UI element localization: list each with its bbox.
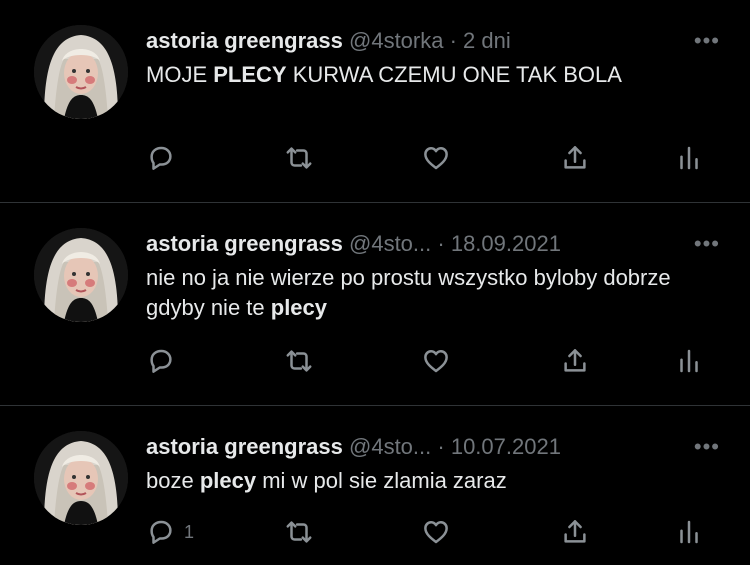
more-options-button[interactable]: ••• [694, 26, 720, 56]
action-bar: 1 [146, 514, 720, 554]
reply-icon [150, 520, 172, 544]
retweet-icon [286, 521, 312, 543]
tweet[interactable]: astoria greengrass @4sto... · 18.09.2021… [0, 203, 750, 406]
action-bar [146, 140, 720, 180]
user-handle[interactable]: @4sto... [349, 231, 437, 256]
timestamp[interactable]: 18.09.2021 [451, 231, 561, 256]
analytics-icon [680, 520, 698, 544]
display-name[interactable]: astoria greengrass [146, 434, 343, 459]
timestamp[interactable]: 2 dni [463, 28, 511, 53]
avatar-image [34, 431, 128, 525]
analytics-icon [680, 349, 698, 373]
share-button[interactable] [560, 514, 590, 550]
analytics-button[interactable] [674, 514, 704, 550]
avatar[interactable] [34, 25, 128, 119]
retweet-button[interactable] [284, 140, 314, 176]
action-bar [146, 343, 720, 383]
timestamp[interactable]: 10.07.2021 [451, 434, 561, 459]
avatar[interactable] [34, 431, 128, 525]
more-options-button[interactable]: ••• [694, 432, 720, 462]
retweet-button[interactable] [284, 343, 314, 379]
analytics-icon [680, 146, 698, 170]
text-segment: mi w pol sie zlamia zaraz [256, 468, 507, 493]
separator-dot: · [437, 231, 451, 256]
tweet[interactable]: astoria greengrass @4sto... · 10.07.2021… [0, 406, 750, 565]
reply-count: 1 [184, 521, 195, 542]
reply-button[interactable] [146, 140, 184, 176]
retweet-icon [286, 147, 312, 169]
display-name[interactable]: astoria greengrass [146, 231, 343, 256]
like-button[interactable] [421, 343, 451, 379]
text-segment: nie no ja nie wierze po prostu wszystko … [146, 265, 671, 320]
tweet-feed: astoria greengrass @4storka · 2 dni ••• … [0, 0, 750, 565]
tweet-text: MOJE PLECY KURWA CZEMU ONE TAK BOLA [146, 60, 720, 90]
reply-button[interactable] [146, 343, 184, 379]
tweet-text: boze plecy mi w pol sie zlamia zaraz [146, 466, 720, 496]
avatar-image [34, 228, 128, 322]
separator-dot: · [437, 434, 451, 459]
like-button[interactable] [421, 140, 451, 176]
analytics-button[interactable] [674, 140, 704, 176]
tweet-header: astoria greengrass @4sto... · 10.07.2021 [146, 432, 720, 462]
share-icon [564, 146, 586, 169]
retweet-icon [286, 350, 312, 372]
user-handle[interactable]: @4storka [349, 28, 450, 53]
more-options-button[interactable]: ••• [694, 229, 720, 259]
analytics-button[interactable] [674, 343, 704, 379]
text-segment: MOJE [146, 62, 214, 87]
share-button[interactable] [560, 140, 590, 176]
bold-keyword: plecy [270, 295, 328, 320]
reply-button[interactable]: 1 [146, 514, 194, 550]
bold-keyword: PLECY [213, 62, 287, 87]
reply-icon [150, 146, 172, 170]
like-icon [424, 521, 448, 544]
tweet-header: astoria greengrass @4storka · 2 dni [146, 26, 720, 56]
tweet[interactable]: astoria greengrass @4storka · 2 dni ••• … [0, 0, 750, 203]
avatar-image [34, 25, 128, 119]
retweet-button[interactable] [284, 514, 314, 550]
tweet-text: nie no ja nie wierze po prostu wszystko … [146, 263, 720, 323]
text-segment: boze [146, 468, 200, 493]
like-icon [424, 350, 448, 373]
avatar[interactable] [34, 228, 128, 322]
like-button[interactable] [421, 514, 451, 550]
tweet-header: astoria greengrass @4sto... · 18.09.2021 [146, 229, 720, 259]
separator-dot: · [449, 28, 464, 53]
bold-keyword: plecy [199, 468, 257, 493]
like-icon [424, 147, 448, 170]
user-handle[interactable]: @4sto... [349, 434, 437, 459]
share-icon [564, 520, 586, 543]
reply-icon [150, 349, 172, 373]
display-name[interactable]: astoria greengrass [146, 28, 343, 53]
share-icon [564, 349, 586, 372]
text-segment: KURWA CZEMU ONE TAK BOLA [286, 62, 622, 87]
share-button[interactable] [560, 343, 590, 379]
